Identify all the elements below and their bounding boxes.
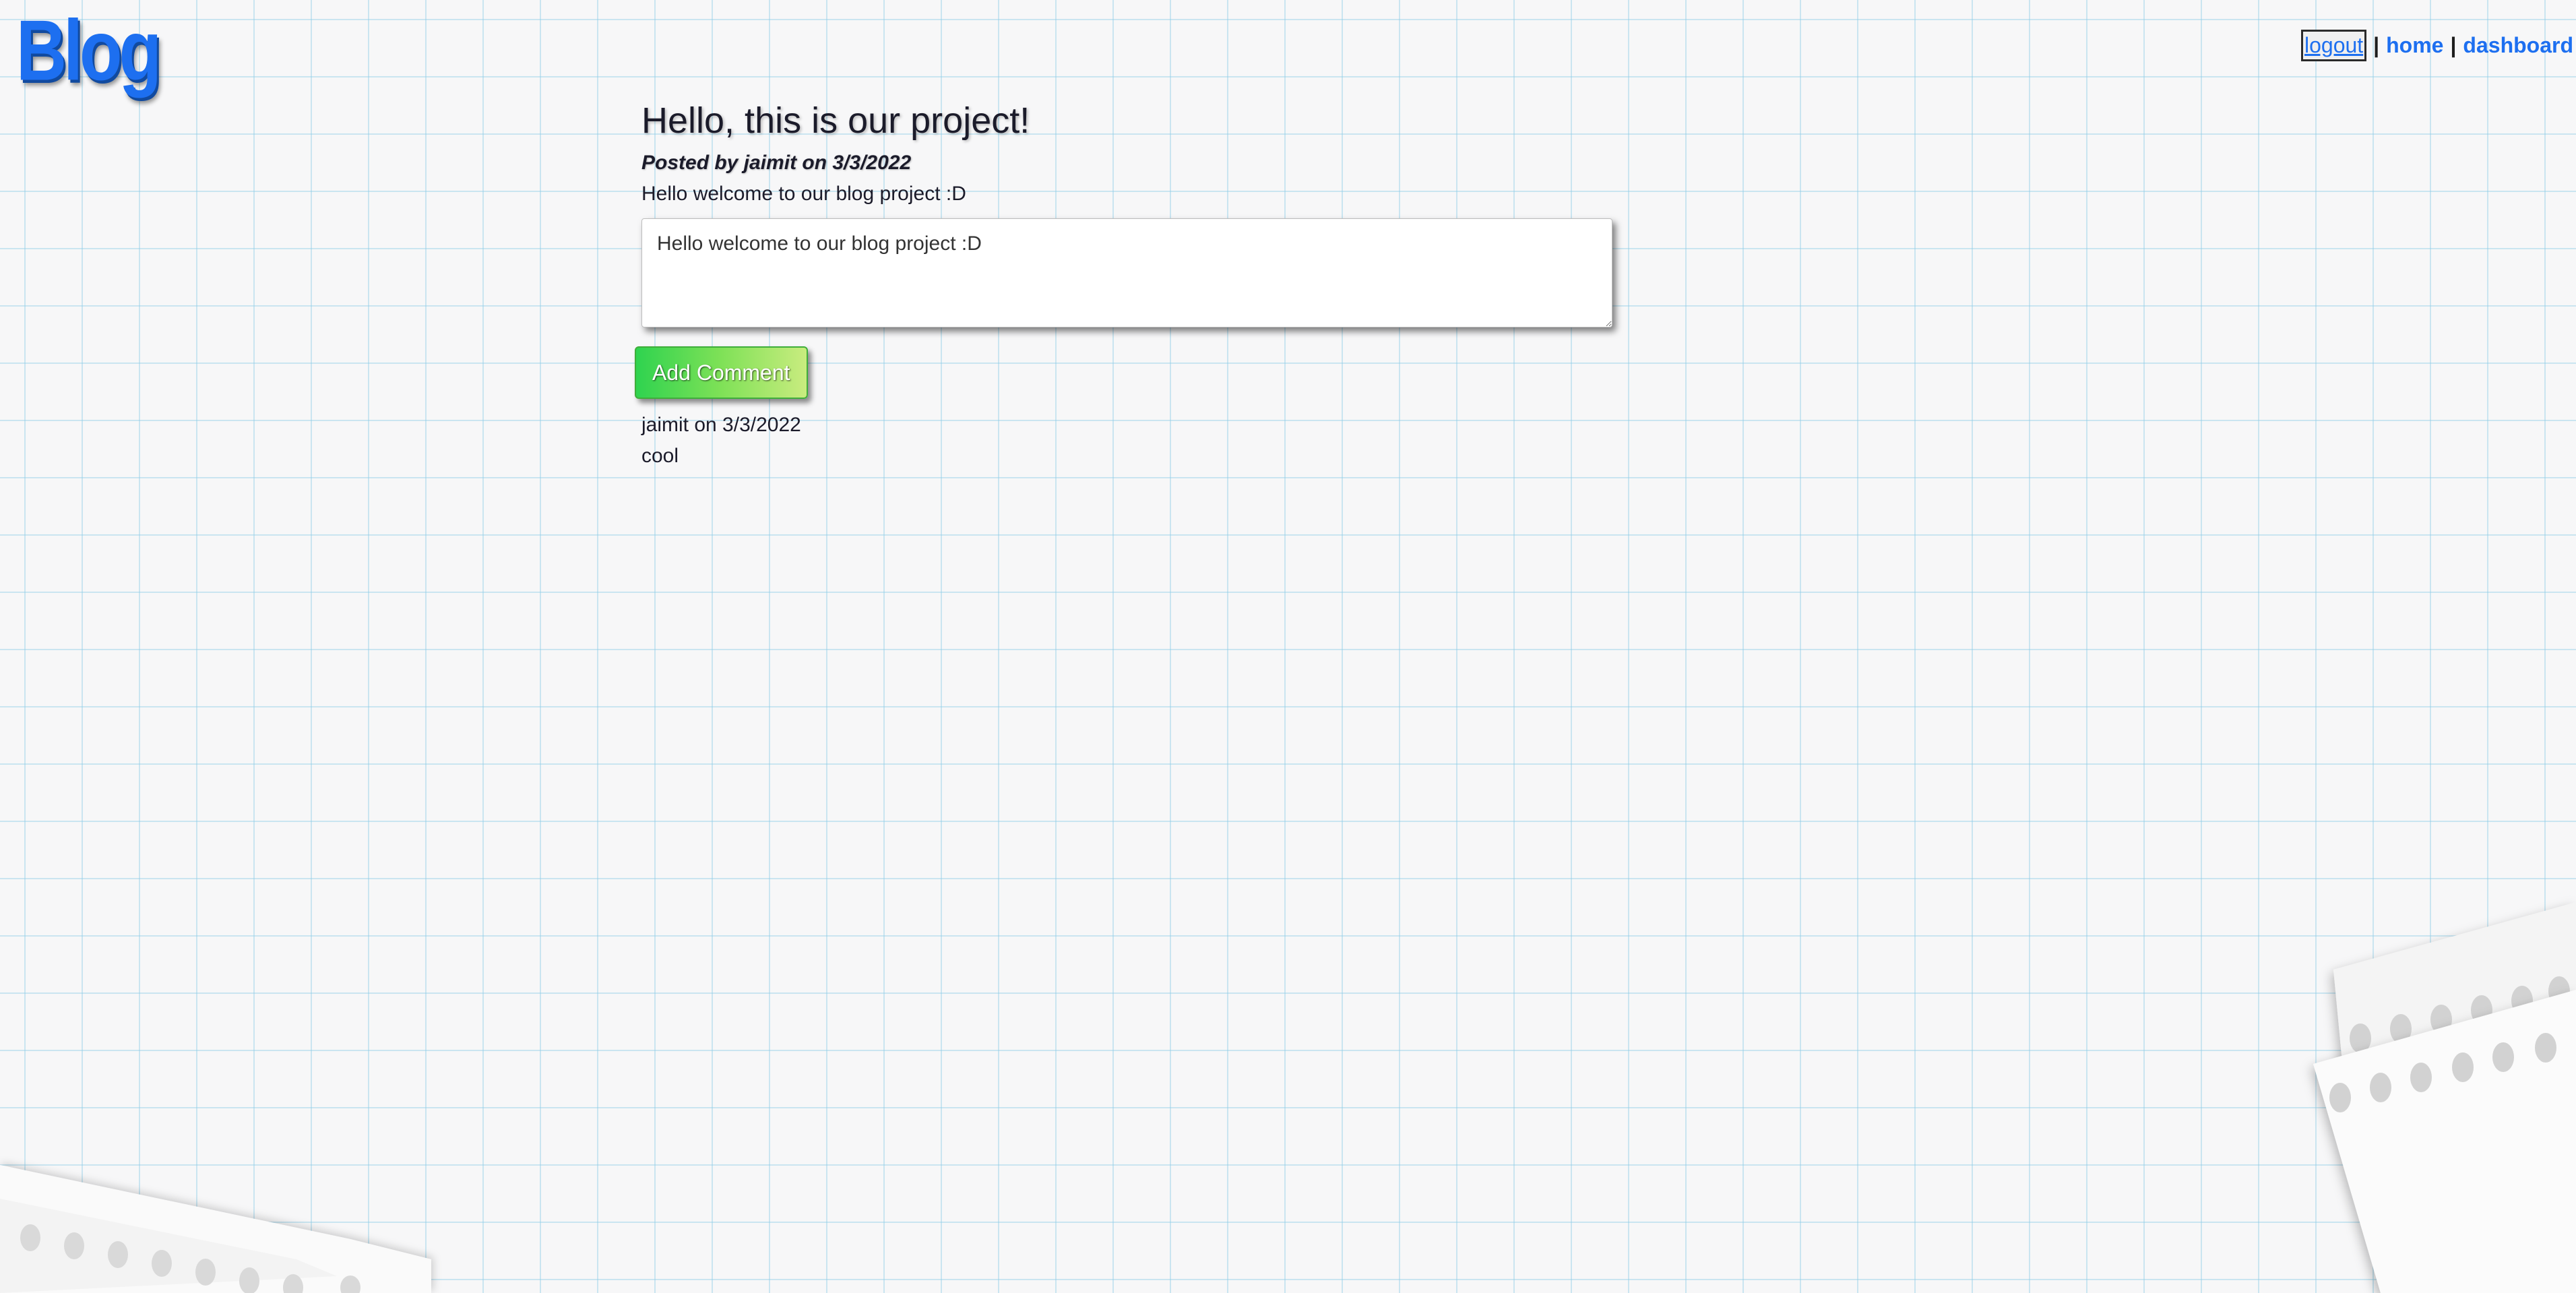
comment-input[interactable]: Hello welcome to our blog project :D [641,218,1612,327]
post-meta: Posted by jaimit on 3/3/2022 [641,152,912,174]
add-comment-button[interactable]: Add Comment [635,346,808,399]
top-nav: logout | home | dashboard [2300,30,2573,61]
torn-paper-decoration-left [0,1165,431,1293]
post-section: Hello, this is our project! Posted by ja… [635,96,1615,472]
post-title: Hello, this is our project! [641,100,1030,141]
comment-meta: jaimit on 3/3/2022 [641,414,801,436]
post-body: Hello welcome to our blog project :D [641,183,966,205]
comment-item: jaimit on 3/3/2022 cool [641,410,1615,472]
comment-text: cool [641,445,679,467]
dashboard-link[interactable]: dashboard [2463,33,2573,58]
nav-separator: | [2450,33,2457,57]
nav-separator: | [2373,33,2380,57]
comment-form: Hello welcome to our blog project :D Add… [635,218,1615,399]
torn-paper-decoration-right [2313,902,2576,1293]
logout-button[interactable]: logout [2300,30,2367,61]
home-link[interactable]: home [2386,33,2443,58]
site-logo[interactable]: Blog [16,0,162,102]
